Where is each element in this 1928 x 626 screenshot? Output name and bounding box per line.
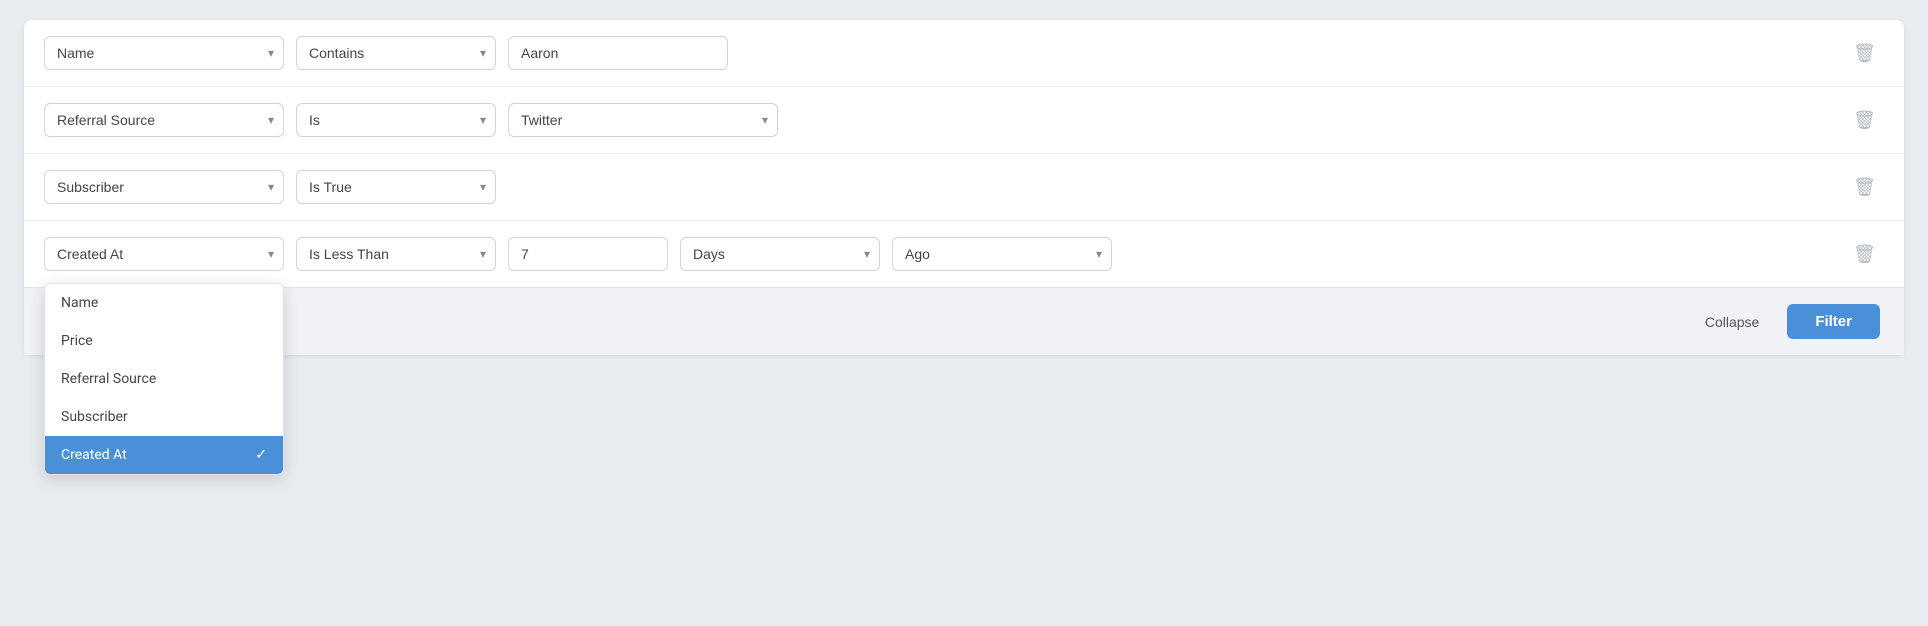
delete-row-4-button[interactable]: 🗑 (1845, 240, 1884, 269)
value-select-wrapper-2: Twitter Facebook Instagram Google ▾ (508, 103, 778, 137)
filter-row-3: Name Price Referral Source Subscriber Cr… (24, 154, 1904, 221)
unit-select-wrapper-4: Minutes Hours Days Weeks Months ▾ (680, 237, 880, 271)
field-select-wrapper-4: Name Price Referral Source Subscriber Cr… (44, 237, 284, 271)
timeframe-select-wrapper-4: Ago From Now ▾ (892, 237, 1112, 271)
filter-panel: Name Price Referral Source Subscriber Cr… (24, 20, 1904, 355)
timeframe-select-4[interactable]: Ago From Now (892, 237, 1112, 271)
field-select-3[interactable]: Name Price Referral Source Subscriber Cr… (44, 170, 284, 204)
filter-row-1: Name Price Referral Source Subscriber Cr… (24, 20, 1904, 87)
dropdown-item-created-at[interactable]: Created At ✓ (45, 436, 283, 474)
operator-select-2[interactable]: Is Is Not Contains (296, 103, 496, 137)
unit-select-4[interactable]: Minutes Hours Days Weeks Months (680, 237, 880, 271)
operator-select-wrapper-3: Is True Is False ▾ (296, 170, 496, 204)
dropdown-item-referral-source[interactable]: Referral Source (45, 360, 283, 398)
delete-row-1-button[interactable]: 🗑 (1845, 39, 1884, 68)
operator-select-1[interactable]: Contains Does Not Contain Is Is Not (296, 36, 496, 70)
operator-select-4[interactable]: Is Is Less Than Is Greater Than Is Betwe… (296, 237, 496, 271)
operator-select-wrapper-1: Contains Does Not Contain Is Is Not ▾ (296, 36, 496, 70)
filter-rows-container: Name Price Referral Source Subscriber Cr… (24, 20, 1904, 287)
filter-row-4: Name Price Referral Source Subscriber Cr… (24, 221, 1904, 287)
value-input-1[interactable] (508, 36, 728, 70)
delete-row-2-button[interactable]: 🗑 (1845, 106, 1884, 135)
collapse-button[interactable]: Collapse (1689, 306, 1775, 338)
delete-row-3-button[interactable]: 🗑 (1845, 173, 1884, 202)
operator-select-3[interactable]: Is True Is False (296, 170, 496, 204)
field-select-1[interactable]: Name Price Referral Source Subscriber Cr… (44, 36, 284, 70)
check-icon: ✓ (255, 447, 267, 463)
value-input-4[interactable] (508, 237, 668, 271)
dropdown-item-subscriber[interactable]: Subscriber (45, 398, 283, 436)
dropdown-item-name[interactable]: Name (45, 284, 283, 322)
footer-row: Collapse Filter (24, 287, 1904, 355)
field-select-wrapper-2: Name Price Referral Source Subscriber Cr… (44, 103, 284, 137)
field-dropdown-4: Name Price Referral Source Subscriber Cr… (44, 283, 284, 475)
field-select-4[interactable]: Name Price Referral Source Subscriber Cr… (44, 237, 284, 271)
operator-select-wrapper-4: Is Is Less Than Is Greater Than Is Betwe… (296, 237, 496, 271)
filter-button[interactable]: Filter (1787, 304, 1880, 339)
filter-row-2: Name Price Referral Source Subscriber Cr… (24, 87, 1904, 154)
field-select-wrapper-3: Name Price Referral Source Subscriber Cr… (44, 170, 284, 204)
operator-select-wrapper-2: Is Is Not Contains ▾ (296, 103, 496, 137)
field-select-2[interactable]: Name Price Referral Source Subscriber Cr… (44, 103, 284, 137)
dropdown-item-price[interactable]: Price (45, 322, 283, 360)
value-select-2[interactable]: Twitter Facebook Instagram Google (508, 103, 778, 137)
field-select-wrapper-1: Name Price Referral Source Subscriber Cr… (44, 36, 284, 70)
